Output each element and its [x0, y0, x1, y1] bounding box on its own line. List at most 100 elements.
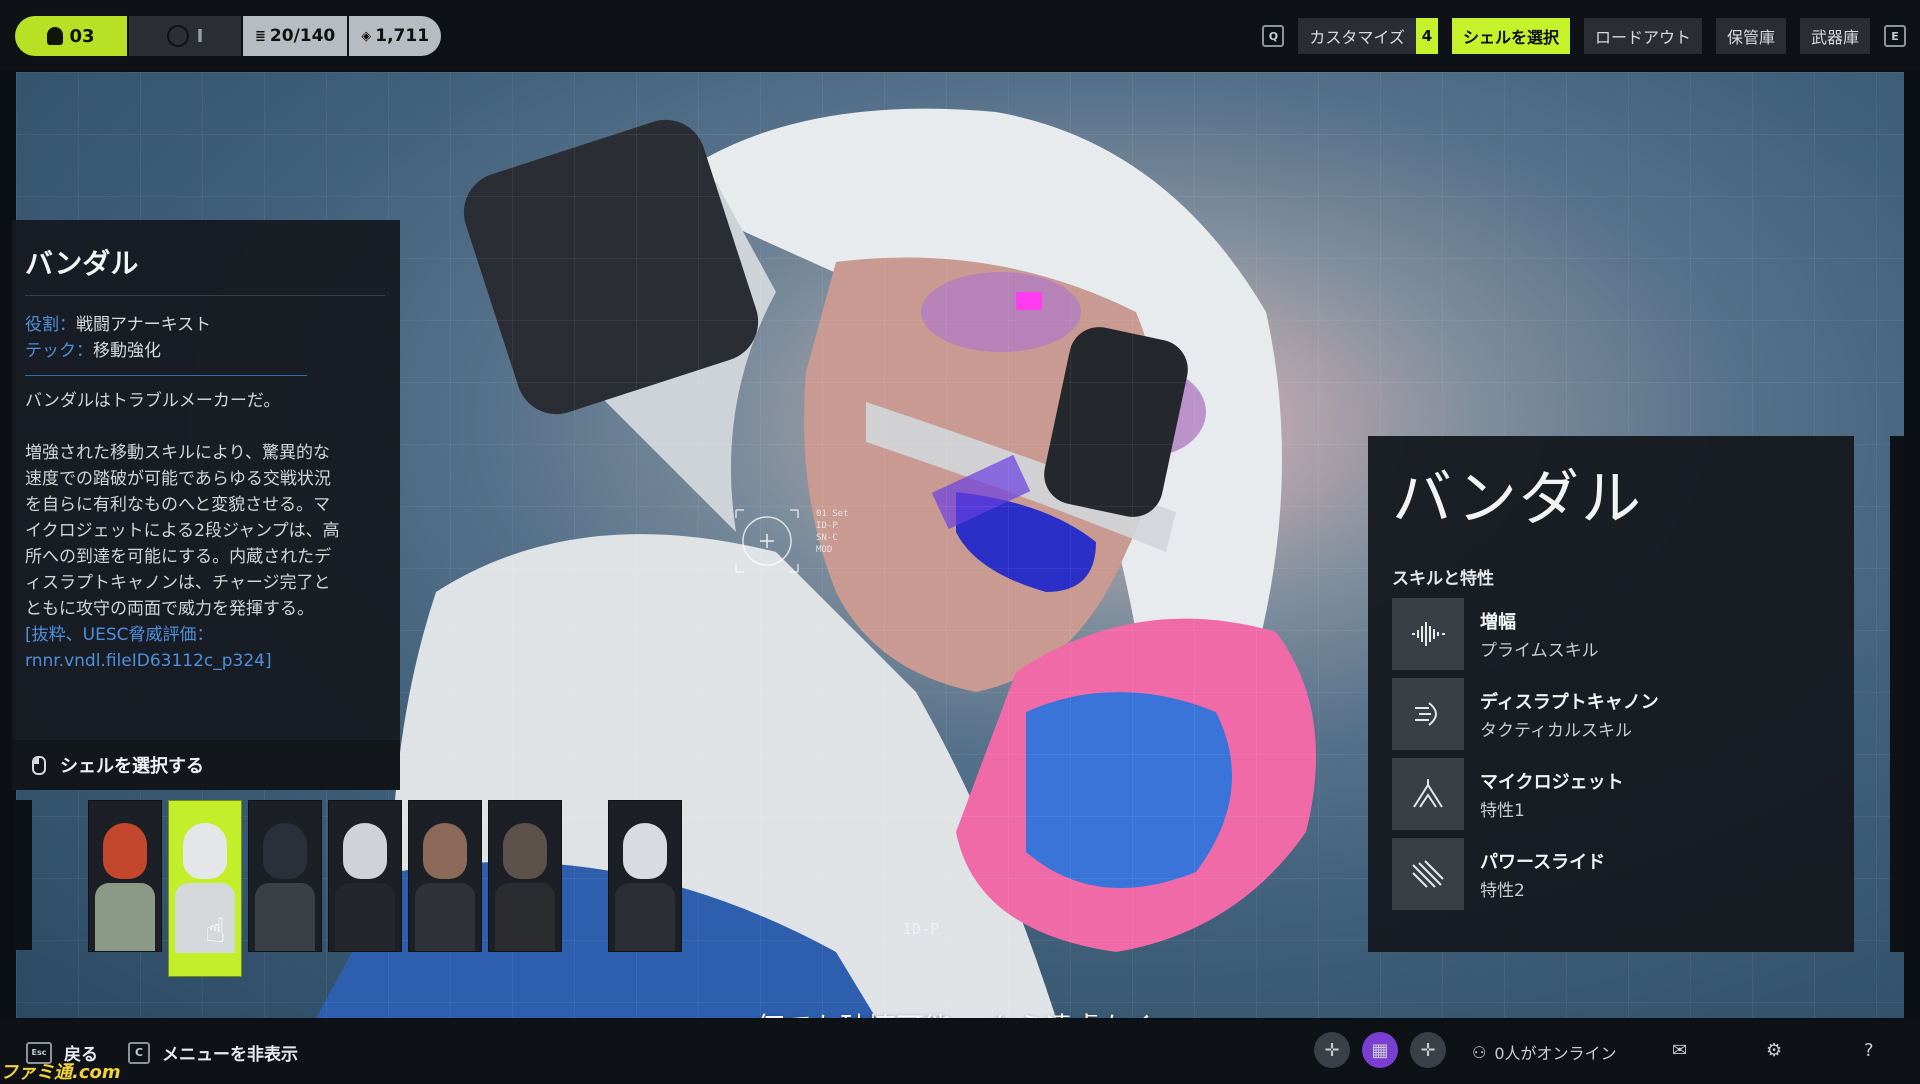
skill-title: マイクロジェット — [1480, 772, 1624, 793]
skill-disrupt-cannon[interactable]: ディスラプトキャノン タクティカルスキル — [1392, 678, 1832, 750]
currency-icon: ◈ — [361, 28, 372, 44]
tab-customize-label: カスタマイズ — [1309, 28, 1405, 47]
player-level-icon — [47, 27, 64, 45]
online-count: 0人がオンライン — [1494, 1044, 1617, 1063]
divider — [25, 375, 307, 376]
help-icon[interactable]: ? — [1864, 1040, 1874, 1061]
shell-description: バンダルはトラブルメーカーだ。 増強された移動スキルにより、驚異的な速度での踏破… — [25, 388, 345, 674]
shell-portrait-body — [255, 883, 315, 951]
season-progress-label: I — [196, 25, 204, 47]
plus-icon: ✛ — [1420, 1039, 1436, 1061]
tab-customize[interactable]: カスタマイズ — [1298, 18, 1416, 54]
role-value: 戦闘アナーキスト — [76, 315, 212, 335]
shell-card-5[interactable] — [408, 800, 482, 952]
shell-portrait-head — [423, 823, 467, 879]
select-shell-button[interactable]: シェルを選択する — [12, 740, 400, 790]
tech-key: テック： — [25, 341, 93, 361]
shell-portrait-body — [615, 883, 675, 951]
shell-info-title: バンダル — [25, 247, 139, 280]
tab-loadout-label: ロードアウト — [1594, 28, 1691, 47]
skill-title: ディスラプトキャノン — [1480, 692, 1659, 713]
bottom-bar: Esc 戻る C メニューを非表示 ✛ ▦ ✛ ⚇ 0人がオンライン ✉ ⚙ ? — [0, 1020, 1920, 1080]
shell-info-panel: バンダル 役割：戦闘アナーキスト テック：移動強化 バンダルはトラブルメーカーだ… — [12, 220, 400, 790]
gear-icon[interactable]: ⚙ — [1766, 1040, 1782, 1061]
microjet-icon — [1392, 758, 1464, 830]
shell-name-large: バンダル — [1392, 464, 1643, 534]
shell-card-1[interactable] — [88, 800, 162, 952]
top-bar: 03 I ≣ 20/140 ◈ 1,711 Q カスタマイズ 4 シェルを選択 … — [0, 0, 1920, 70]
mouse-left-click-icon — [32, 755, 46, 775]
tech-value: 移動強化 — [93, 341, 161, 361]
hide-menu-button[interactable]: C メニューを非表示 — [128, 1040, 298, 1065]
shell-card-vandal[interactable]: ☝ — [168, 800, 242, 977]
select-shell-label: シェルを選択する — [60, 756, 204, 777]
lore-source-link[interactable]: [抜粋、UESC脅威評価：rnnr.vndl.fileID63112c_p324… — [25, 622, 345, 674]
shell-portrait-body — [495, 883, 555, 951]
id-tag-label: ID-P — [903, 920, 940, 938]
skill-title: パワースライド — [1480, 852, 1606, 873]
tab-armory-label: 武器庫 — [1810, 28, 1859, 47]
shell-portrait-head — [183, 823, 227, 879]
shell-card-7[interactable] — [608, 800, 682, 952]
nav-prev-key[interactable]: Q — [1262, 25, 1285, 47]
nav-next-key[interactable]: E — [1884, 25, 1906, 47]
tab-select-shell[interactable]: シェルを選択 — [1451, 18, 1570, 54]
shell-portrait-head — [503, 823, 547, 879]
currency-amount: 1,711 — [375, 26, 430, 46]
skills-panel: バンダル スキルと特性 増幅 プライムスキル ディスラプトキャノン タクティカル… — [1368, 436, 1854, 952]
disrupt-cannon-icon — [1392, 678, 1464, 750]
pointer-cursor-icon: ☝ — [205, 911, 226, 951]
publisher-watermark: ファミ通.com — [0, 1062, 121, 1083]
shell-portrait-head — [103, 823, 147, 879]
main-nav: Q カスタマイズ 4 シェルを選択 ロードアウト 保管庫 武器庫 E — [1262, 17, 1906, 55]
shell-lore: 増強された移動スキルにより、驚異的な速度での踏破が可能であらゆる交戦状況を自らに… — [25, 443, 340, 619]
right-edge-bracket — [1890, 436, 1904, 952]
currency-counter[interactable]: ◈ 1,711 — [349, 16, 442, 56]
shell-portrait-head — [623, 823, 667, 879]
collection-count: 20/140 — [269, 26, 336, 46]
skill-amplify[interactable]: 増幅 プライムスキル — [1392, 598, 1832, 670]
power-slide-icon — [1392, 838, 1464, 910]
tab-select-shell-label: シェルを選択 — [1462, 28, 1559, 47]
skill-microjet[interactable]: マイクロジェット 特性1 — [1392, 758, 1832, 830]
shell-portrait-head — [263, 823, 307, 879]
add-party-slot-button[interactable]: ✛ — [1314, 1032, 1350, 1068]
online-friends-button[interactable]: ⚇ 0人がオンライン — [1472, 1040, 1617, 1064]
skill-power-slide[interactable]: パワースライド 特性2 — [1392, 838, 1832, 910]
skill-title: 増幅 — [1480, 612, 1516, 633]
player-level: 03 — [69, 25, 95, 47]
shell-portrait-body — [335, 883, 395, 951]
plus-icon: ✛ — [1324, 1039, 1340, 1061]
skill-type: 特性2 — [1480, 881, 1525, 901]
collection-counter[interactable]: ≣ 20/140 — [243, 16, 348, 56]
shell-card-4[interactable] — [328, 800, 402, 952]
tab-armory[interactable]: 武器庫 — [1799, 18, 1870, 54]
skill-type: プライムスキル — [1480, 641, 1599, 661]
voice-line-subtitle: 何でも破壊可能… なら遠慮なく。 — [756, 1006, 1185, 1018]
season-progress-badge[interactable]: I — [129, 16, 241, 56]
hud-readout: 01 Set ID-P SN-C MOD — [816, 509, 849, 555]
role-key: 役割： — [25, 315, 76, 335]
shell-meta: 役割：戦闘アナーキスト テック：移動強化 — [25, 312, 211, 364]
player-level-badge[interactable]: 03 — [15, 16, 127, 56]
shell-portrait-body — [415, 883, 475, 951]
skill-type: 特性1 — [1480, 801, 1525, 821]
progress-ring-icon — [166, 25, 189, 47]
skill-type: タクティカルスキル — [1480, 721, 1632, 741]
shell-portrait-head — [343, 823, 387, 879]
c-key: C — [128, 1041, 150, 1064]
player-avatar[interactable]: ▦ — [1362, 1032, 1398, 1068]
tab-vault-label: 保管庫 — [1726, 28, 1775, 47]
shell-card-3[interactable] — [248, 800, 322, 952]
roster-left-bracket — [14, 800, 32, 950]
add-party-slot-button[interactable]: ✛ — [1410, 1032, 1446, 1068]
player-status-group: 03 I ≣ 20/140 ◈ 1,711 — [15, 16, 442, 56]
mail-icon[interactable]: ✉ — [1672, 1040, 1687, 1061]
shell-tagline: バンダルはトラブルメーカーだ。 — [25, 391, 281, 411]
tab-loadout[interactable]: ロードアウト — [1583, 18, 1702, 54]
shell-card-6[interactable] — [488, 800, 562, 952]
hide-menu-label: メニューを非表示 — [162, 1045, 298, 1065]
tab-vault[interactable]: 保管庫 — [1715, 18, 1786, 54]
friends-icon: ⚇ — [1472, 1042, 1487, 1062]
list-icon: ≣ — [255, 28, 266, 44]
